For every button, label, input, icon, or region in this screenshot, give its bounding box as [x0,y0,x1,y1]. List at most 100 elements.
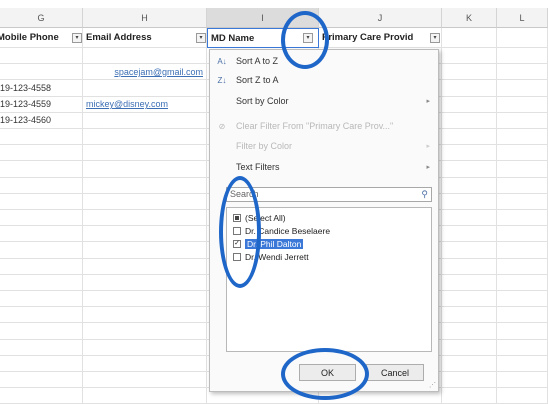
grid-cell[interactable] [497,210,548,227]
menu-text-filters[interactable]: Text Filters ▸ [210,158,438,176]
grid-cell[interactable] [0,242,83,259]
grid-cell[interactable] [497,307,548,324]
filter-dropdown-h[interactable]: ▾ [196,33,206,43]
grid-cell[interactable] [0,258,83,275]
grid-cell[interactable] [442,291,497,308]
grid-cell[interactable] [83,355,207,372]
grid-cell[interactable] [0,339,83,356]
grid-cell[interactable] [83,48,207,65]
grid-cell[interactable] [497,80,548,97]
grid-cell[interactable] [497,274,548,291]
column-header-i[interactable]: I [207,8,319,28]
grid-cell[interactable] [0,129,83,146]
filter-dropdown-i[interactable]: ▾ [303,33,313,43]
email-link[interactable]: spacejam@gmail.com [114,67,203,77]
grid-cell[interactable] [83,372,207,389]
grid-cell[interactable] [0,372,83,389]
header-email-address[interactable]: Email Address [83,28,207,48]
filter-dropdown-j[interactable]: ▾ [430,33,440,43]
grid-cell[interactable] [0,161,83,178]
grid-cell[interactable] [0,226,83,243]
checkbox-candice-beselaere[interactable] [233,227,241,235]
grid-cell[interactable] [0,145,83,162]
header-primary-care-provider[interactable]: Primary Care Provid [319,28,442,48]
grid-cell[interactable] [442,48,497,65]
grid-cell[interactable] [442,258,497,275]
header-cell-k[interactable] [442,28,497,48]
grid-cell[interactable] [497,48,548,65]
grid-cell[interactable] [442,193,497,210]
menu-sort-a-to-z[interactable]: A↓ Sort A to Z [210,52,438,70]
menu-sort-z-to-a[interactable]: Z↓ Sort Z to A [210,71,438,89]
grid-cell[interactable] [0,274,83,291]
grid-cell[interactable]: mickey@disney.com [83,96,207,113]
grid-cell[interactable] [0,177,83,194]
grid-cell[interactable] [0,64,83,81]
grid-cell[interactable] [83,339,207,356]
grid-cell[interactable] [83,145,207,162]
grid-cell[interactable] [442,307,497,324]
grid-cell[interactable] [497,258,548,275]
grid-cell[interactable] [83,388,207,404]
grid-cell[interactable] [83,226,207,243]
filter-item-wendi-jerrett[interactable]: Dr. Wendi Jerrett [233,251,309,263]
grid-cell[interactable] [83,129,207,146]
grid-cell[interactable] [442,339,497,356]
grid-cell[interactable] [497,129,548,146]
grid-cell[interactable] [497,388,548,404]
grid-cell[interactable] [497,323,548,340]
grid-cell[interactable] [442,274,497,291]
grid-cell[interactable] [442,80,497,97]
grid-cell[interactable] [83,177,207,194]
grid-cell[interactable] [442,355,497,372]
grid-cell[interactable] [442,372,497,389]
ok-button[interactable]: OK [299,364,356,381]
grid-cell[interactable] [83,307,207,324]
filter-values-list[interactable]: (Select All) Dr. Candice Beselaere ✓ Dr.… [226,207,432,352]
grid-cell[interactable] [442,388,497,404]
header-mobile-phone[interactable]: Mobile Phone [0,28,83,48]
column-header-g[interactable]: G [0,8,83,28]
grid-cell[interactable] [0,355,83,372]
grid-cell[interactable] [83,161,207,178]
grid-cell[interactable] [0,323,83,340]
grid-cell[interactable] [442,226,497,243]
filter-dropdown-g[interactable]: ▾ [72,33,82,43]
grid-cell[interactable] [497,291,548,308]
grid-cell[interactable] [83,112,207,129]
grid-cell[interactable] [83,323,207,340]
grid-cell[interactable]: 519-123-4559 [0,96,83,113]
column-header-l[interactable]: L [497,8,548,28]
grid-cell[interactable] [497,161,548,178]
grid-cell[interactable] [442,112,497,129]
header-cell-l[interactable] [497,28,548,48]
grid-cell[interactable] [497,372,548,389]
grid-cell[interactable] [497,355,548,372]
grid-cell[interactable] [83,258,207,275]
grid-cell[interactable] [497,112,548,129]
checkbox-wendi-jerrett[interactable] [233,253,241,261]
grid-cell[interactable] [442,210,497,227]
grid-cell[interactable] [83,274,207,291]
grid-cell[interactable]: 519-123-4560 [0,112,83,129]
grid-cell[interactable] [497,339,548,356]
filter-item-candice-beselaere[interactable]: Dr. Candice Beselaere [233,225,330,237]
grid-cell[interactable] [442,64,497,81]
filter-item-phil-dalton[interactable]: ✓ Dr. Phil Dalton [233,238,304,250]
grid-cell[interactable] [497,96,548,113]
grid-cell[interactable] [442,129,497,146]
grid-cell[interactable] [497,242,548,259]
grid-cell[interactable] [497,145,548,162]
cancel-button[interactable]: Cancel [366,364,424,381]
grid-cell[interactable] [0,291,83,308]
grid-cell[interactable] [83,242,207,259]
grid-cell[interactable] [497,193,548,210]
email-link[interactable]: mickey@disney.com [86,99,168,109]
column-header-k[interactable]: K [442,8,497,28]
resize-grip-icon[interactable]: ⋰ [429,381,436,389]
checkbox-select-all[interactable] [233,214,241,222]
grid-cell[interactable] [0,193,83,210]
grid-cell[interactable]: spacejam@gmail.com [83,64,207,81]
grid-cell[interactable] [497,64,548,81]
grid-cell[interactable]: 519-123-4558 [0,80,83,97]
